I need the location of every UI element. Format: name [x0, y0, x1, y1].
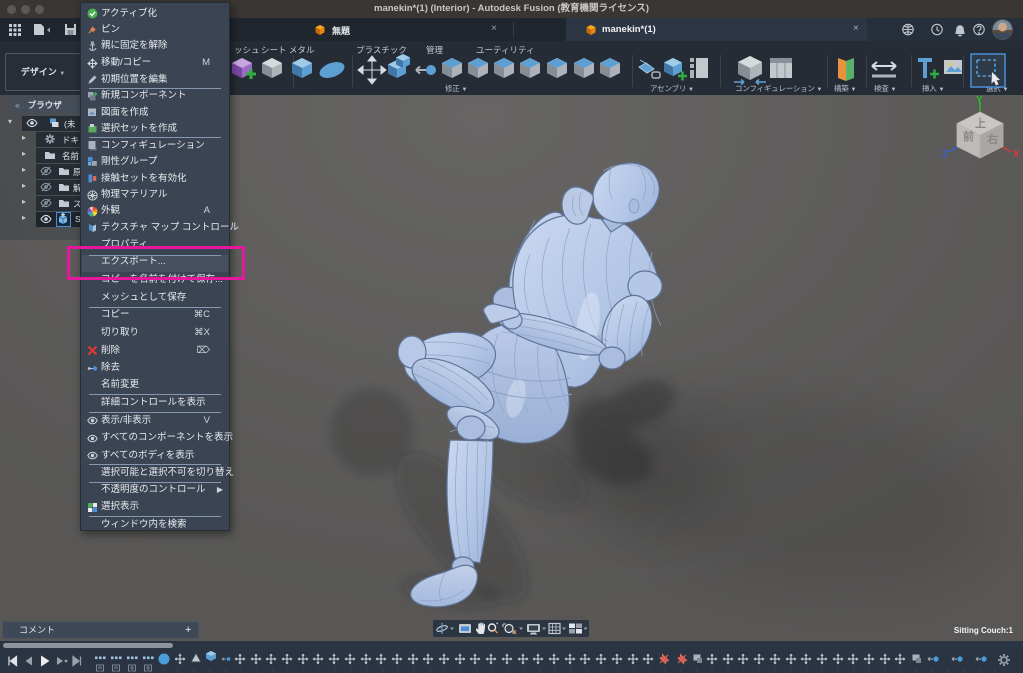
- svg-text:X: X: [1013, 149, 1020, 160]
- svg-text:上: 上: [975, 116, 986, 130]
- svg-text:右: 右: [986, 132, 998, 146]
- svg-text:Y: Y: [976, 95, 983, 106]
- svg-text:前: 前: [963, 129, 974, 143]
- svg-text:Z: Z: [942, 149, 948, 160]
